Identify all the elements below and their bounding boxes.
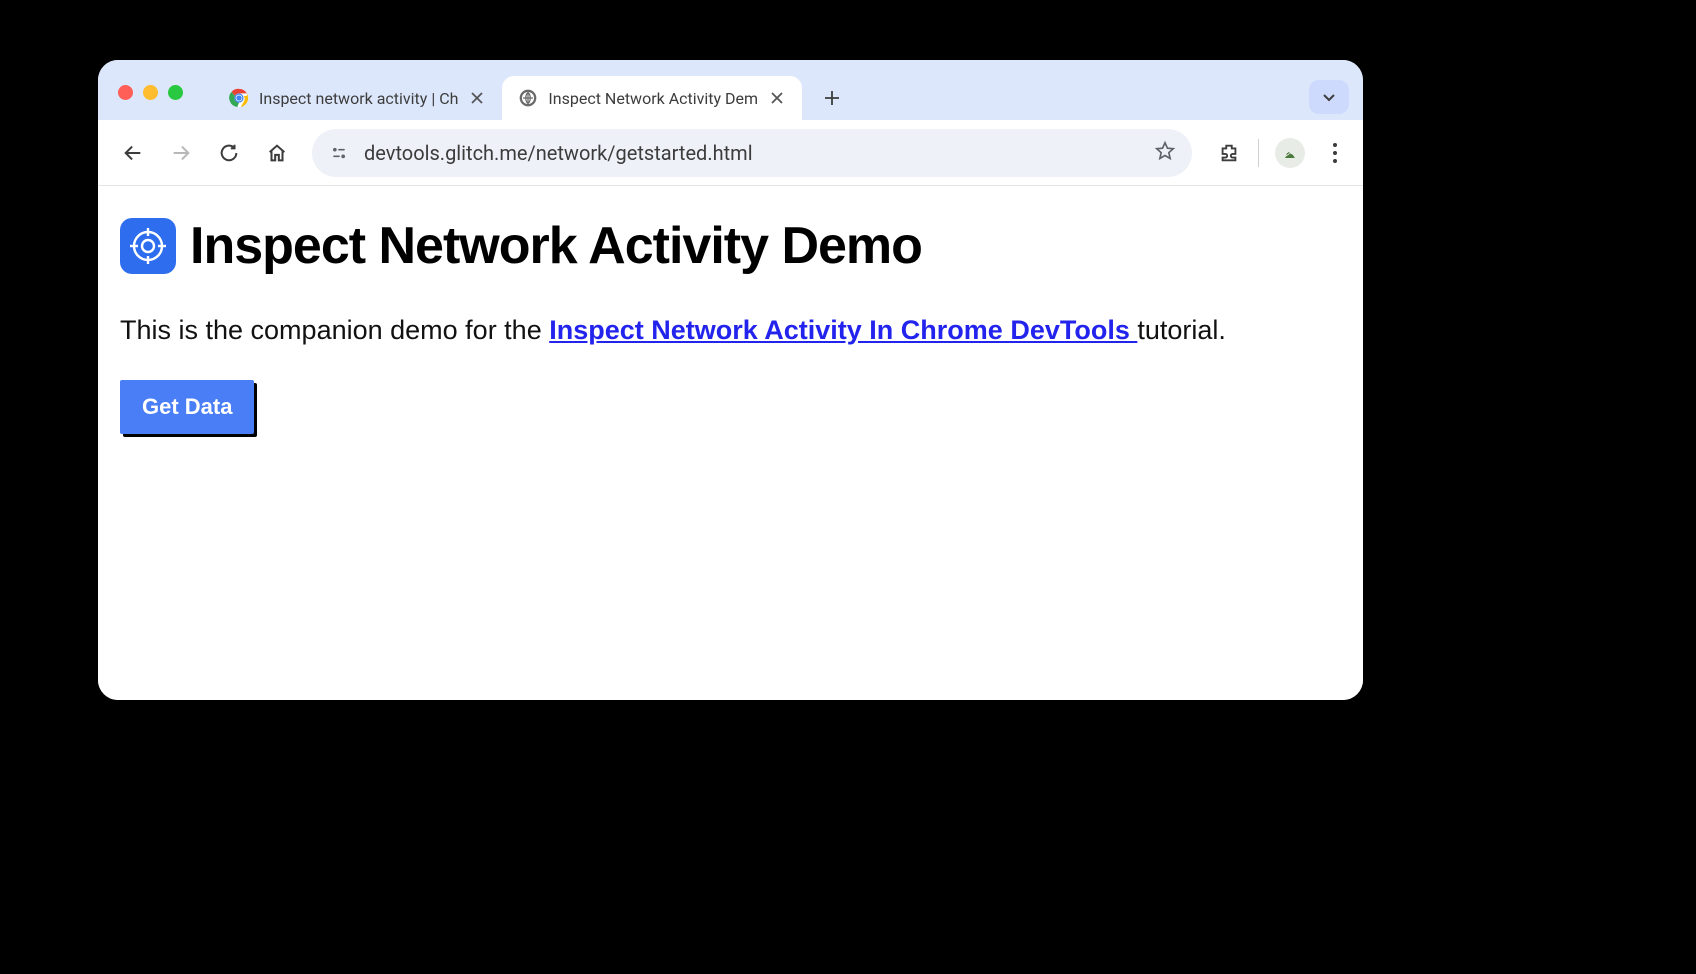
site-settings-icon[interactable] (328, 143, 350, 163)
tab-active[interactable]: Inspect Network Activity Dem (502, 76, 802, 120)
window-close-button[interactable] (118, 85, 133, 100)
address-bar[interactable]: devtools.glitch.me/network/getstarted.ht… (312, 129, 1192, 177)
devtools-app-icon (120, 218, 176, 274)
home-button[interactable] (256, 132, 298, 174)
forward-button[interactable] (160, 132, 202, 174)
page-title: Inspect Network Activity Demo (190, 216, 922, 276)
browser-window: Inspect network activity | Ch Inspect Ne… (98, 60, 1363, 700)
window-minimize-button[interactable] (143, 85, 158, 100)
tab-inactive[interactable]: Inspect network activity | Ch (213, 76, 502, 120)
extensions-icon[interactable] (1216, 140, 1242, 166)
close-tab-icon[interactable] (768, 89, 786, 107)
profile-avatar[interactable] (1275, 138, 1305, 168)
back-button[interactable] (112, 132, 154, 174)
page-description: This is the companion demo for the Inspe… (120, 312, 1341, 348)
reload-button[interactable] (208, 132, 250, 174)
tab-strip: Inspect network activity | Ch Inspect Ne… (98, 60, 1363, 120)
new-tab-button[interactable] (816, 82, 848, 114)
tab-title: Inspect Network Activity Dem (548, 89, 758, 108)
chrome-favicon-icon (229, 88, 249, 108)
window-controls (118, 85, 183, 100)
globe-favicon-icon (518, 88, 538, 108)
close-tab-icon[interactable] (468, 89, 486, 107)
toolbar-right (1216, 138, 1349, 168)
tab-overflow-button[interactable] (1309, 80, 1349, 114)
get-data-button[interactable]: Get Data (120, 380, 254, 434)
toolbar-divider (1258, 139, 1259, 167)
toolbar: devtools.glitch.me/network/getstarted.ht… (98, 120, 1363, 186)
window-zoom-button[interactable] (168, 85, 183, 100)
url-text: devtools.glitch.me/network/getstarted.ht… (364, 141, 1140, 165)
page-content: Inspect Network Activity Demo This is th… (98, 186, 1363, 700)
tutorial-link[interactable]: Inspect Network Activity In Chrome DevTo… (549, 315, 1137, 345)
chrome-menu-button[interactable] (1321, 143, 1349, 163)
desc-text-post: tutorial. (1137, 315, 1226, 345)
tab-title: Inspect network activity | Ch (259, 89, 458, 108)
bookmark-star-icon[interactable] (1154, 140, 1176, 166)
desc-text-pre: This is the companion demo for the (120, 315, 549, 345)
